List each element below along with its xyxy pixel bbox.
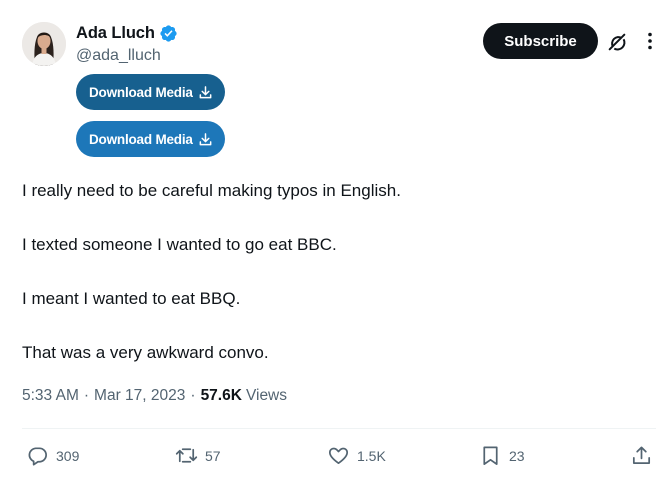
download-media-button[interactable]: Download Media xyxy=(76,74,225,110)
more-icon[interactable] xyxy=(640,31,660,51)
tweet-text-line: That was a very awkward convo. xyxy=(22,343,269,362)
tweet-text-line: I really need to be careful making typos… xyxy=(22,181,401,200)
download-media-label: Download Media xyxy=(89,131,193,147)
avatar[interactable] xyxy=(22,22,66,66)
grok-icon[interactable] xyxy=(606,31,628,53)
subscribe-button[interactable]: Subscribe xyxy=(483,23,598,59)
tweet-meta: 5:33 AM · Mar 17, 2023 · 57.6K Views xyxy=(22,387,287,405)
download-media-button[interactable]: Download Media xyxy=(76,121,225,157)
tweet-date[interactable]: Mar 17, 2023 xyxy=(94,387,185,405)
reply-button[interactable]: 309 xyxy=(26,444,79,467)
reply-icon xyxy=(28,447,47,466)
repost-icon xyxy=(175,448,198,463)
download-icon xyxy=(199,132,212,145)
meta-separator: · xyxy=(190,387,196,404)
author-handle[interactable]: @ada_lluch xyxy=(76,47,161,65)
download-media-label: Download Media xyxy=(89,84,193,100)
share-icon xyxy=(632,446,651,465)
tweet-time[interactable]: 5:33 AM xyxy=(22,387,79,405)
heart-icon xyxy=(328,447,349,465)
bookmark-count: 23 xyxy=(509,447,525,464)
verified-badge-icon xyxy=(160,25,177,42)
tweet-text-line: I texted someone I wanted to go eat BBC. xyxy=(22,235,337,254)
repost-button[interactable]: 57 xyxy=(175,444,221,467)
reply-count: 309 xyxy=(56,447,80,464)
author-name-row: Ada Lluch xyxy=(76,24,178,43)
download-icon xyxy=(199,85,212,98)
repost-count: 57 xyxy=(205,447,221,464)
divider xyxy=(22,428,656,429)
views-label: Views xyxy=(245,387,288,404)
meta-separator: · xyxy=(83,387,90,404)
tweet-text-line: I meant I wanted to eat BBQ. xyxy=(22,289,241,308)
bookmark-button[interactable]: 23 xyxy=(479,444,525,467)
like-button[interactable]: 1.5K xyxy=(327,444,386,467)
author-display-name[interactable]: Ada Lluch xyxy=(76,24,155,43)
bookmark-icon xyxy=(483,446,498,465)
share-button[interactable] xyxy=(630,444,653,467)
tweet-page: Ada Lluch @ada_lluch Subscribe Download … xyxy=(0,0,670,478)
views-count: 57.6K xyxy=(200,387,242,404)
like-count: 1.5K xyxy=(357,447,386,464)
